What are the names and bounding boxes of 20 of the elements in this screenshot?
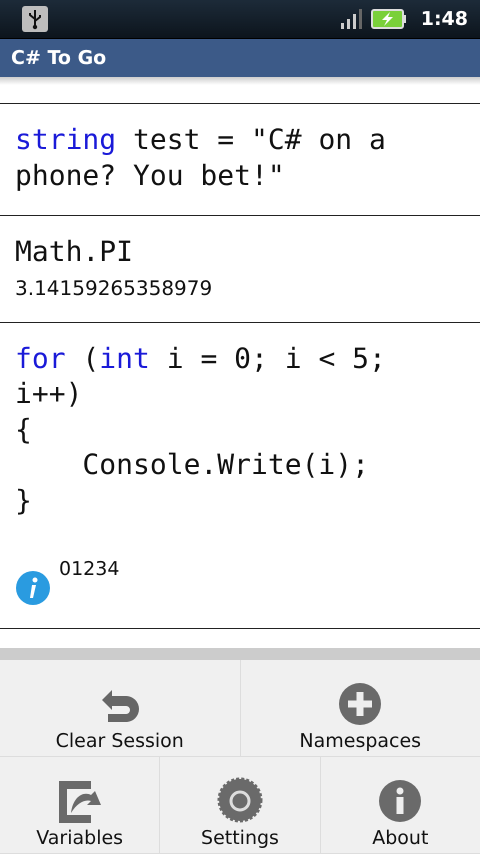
result-text: 3.14159265358979 [15, 276, 214, 300]
menu-item[interactable]: Clear Session [0, 660, 240, 756]
app-title: C# To Go [11, 47, 106, 69]
code-text: Math.PI [15, 234, 134, 270]
about-icon [378, 779, 422, 823]
output-text: 01234 [59, 558, 120, 580]
plus-icon [338, 682, 382, 726]
clock-time: 1:48 [420, 8, 468, 30]
menu-item[interactable]: Variables [0, 757, 160, 853]
code-text: string test = "C# on a phone? You bet!" [15, 122, 387, 193]
gear-icon [216, 777, 263, 823]
usb-icon [22, 6, 48, 32]
menu-item[interactable]: About [320, 757, 480, 853]
code-text: for (int i = 0; i < 5; i++) { Console.Write(i); } [15, 340, 387, 518]
signal-icon [340, 9, 363, 29]
menu-item[interactable]: Settings [160, 757, 321, 853]
info-icon [15, 570, 51, 606]
battery-icon [370, 9, 407, 29]
export-icon [56, 779, 103, 823]
menu-item[interactable]: Namespaces [240, 660, 480, 756]
